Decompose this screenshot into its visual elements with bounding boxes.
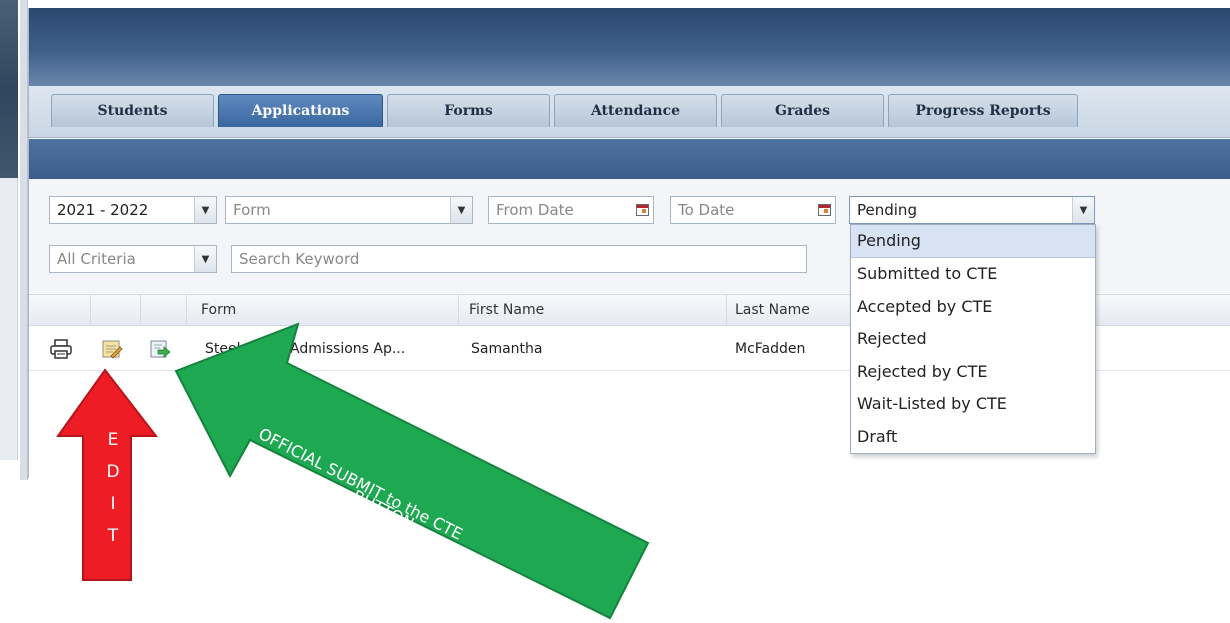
edit-arrow-label: E D I T [106,430,120,546]
green-submit-arrow [174,322,650,620]
annotation-arrows [56,322,650,620]
